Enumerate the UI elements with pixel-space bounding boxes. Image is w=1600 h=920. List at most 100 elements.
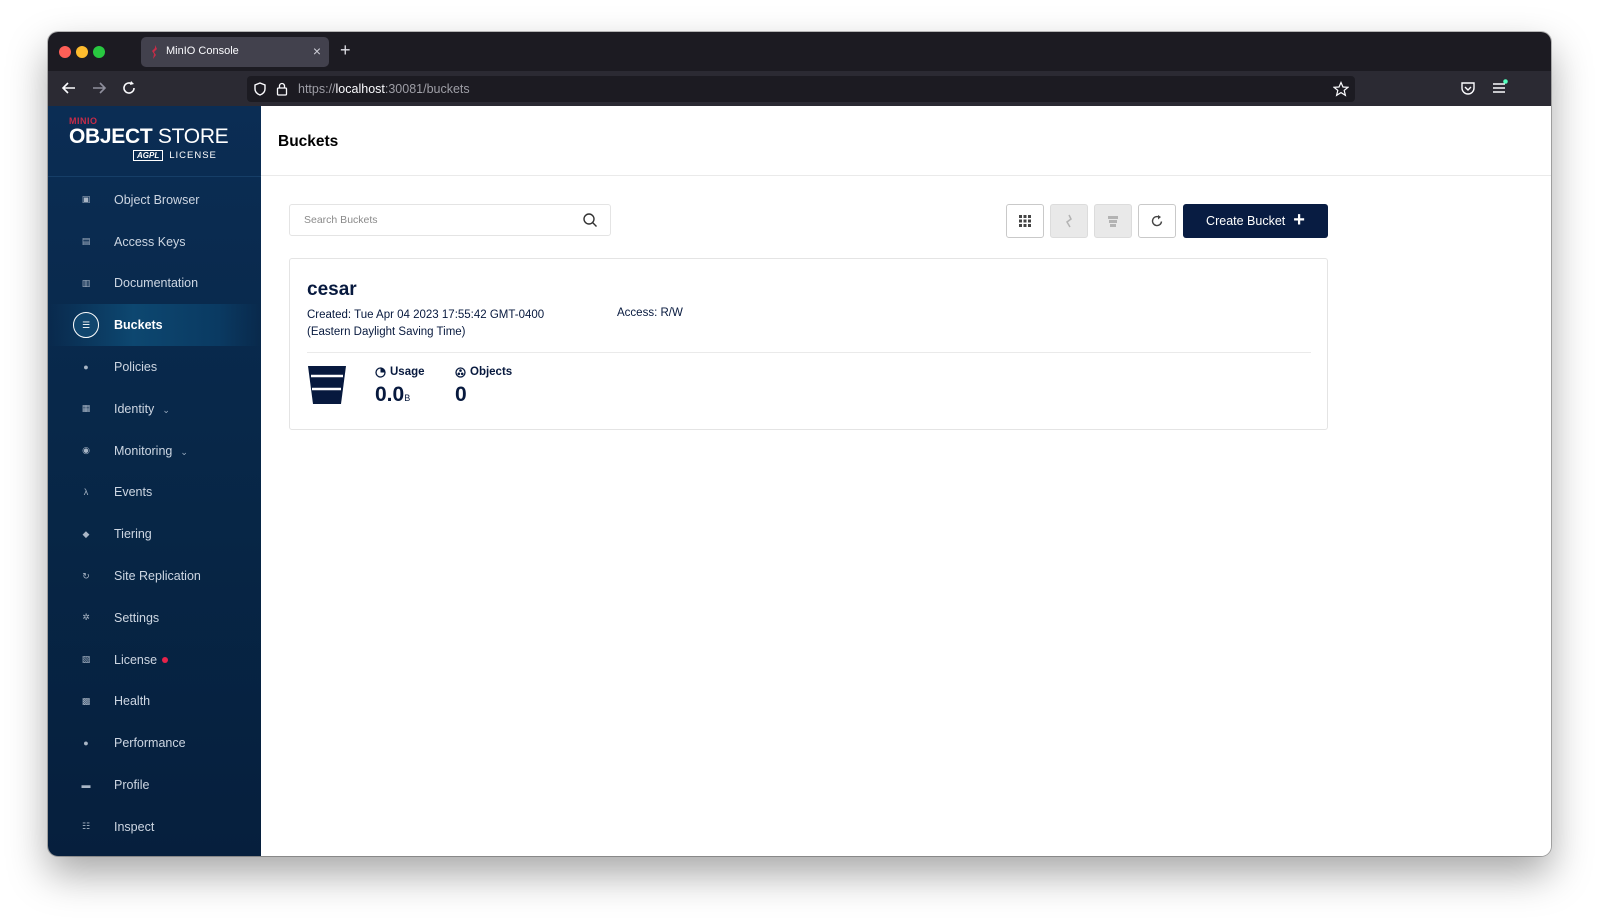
set-lifecycle-button[interactable] (1094, 204, 1132, 238)
search-input[interactable] (290, 205, 570, 235)
main-content: Buckets Search Buckets Create Bucket + c… (261, 106, 1551, 856)
bucket-name[interactable]: cesar (307, 279, 357, 301)
sidebar-item-label: License (114, 653, 169, 667)
url-text: https://localhost:30081/buckets (298, 82, 470, 96)
forward-arrow-icon[interactable] (90, 79, 108, 97)
url-host: localhost (335, 82, 385, 96)
sidebar-item-label: Access Keys (114, 235, 186, 249)
sidebar-item-events[interactable]: λ Events (48, 472, 261, 514)
sidebar-item-text: Access Keys (114, 234, 186, 249)
sidebar-menu: ▣ Object Browser ▤ Access Keys ▥ Documentatio… (48, 179, 261, 848)
refresh-button[interactable] (1138, 204, 1176, 238)
usage-label-text: Usage (390, 366, 425, 378)
created-timezone: (Eastern Daylight Saving Time) (307, 326, 466, 338)
sidebar-item-text: Buckets (114, 318, 163, 333)
address-bar[interactable]: https://localhost:30081/buckets (247, 76, 1355, 102)
agpl-badge: AGPL (133, 150, 164, 161)
minio-logo[interactable]: MINIO OBJECT STORE AGPL LICENSE (69, 116, 229, 161)
sidebar-item-label: Monitoring ⌄ (114, 444, 188, 458)
sidebar-item-monitoring[interactable]: ◉ Monitoring ⌄ (48, 430, 261, 472)
sidebar-item-label: Object Browser (114, 193, 199, 207)
sidebar-item-text: Settings (114, 610, 160, 625)
tiering-icon: ◆ (82, 528, 90, 539)
created-date: Created: Tue Apr 04 2023 17:55:42 GMT-04… (307, 309, 545, 321)
reload-icon[interactable] (120, 79, 138, 97)
sidebar-item-access-keys[interactable]: ▤ Access Keys (48, 221, 261, 263)
page-header: Buckets (261, 106, 1551, 176)
url-path: :30081/buckets (384, 82, 470, 96)
license-alert-dot (162, 657, 169, 664)
set-replication-button[interactable] (1050, 204, 1088, 238)
sidebar-item-settings[interactable]: ✲ Settings (48, 597, 261, 639)
sidebar-item-tiering[interactable]: ◆ Tiering (48, 513, 261, 555)
sidebar-item-label: Documentation (114, 276, 198, 290)
sidebar-item-text: Performance (114, 736, 186, 751)
sidebar-item-text: Object Browser (114, 192, 200, 207)
sidebar-item-buckets[interactable]: ☰ Buckets (48, 304, 261, 347)
usage-unit: B (404, 393, 411, 403)
usage-metric: Usage 0.0B (375, 366, 425, 407)
shield-icon[interactable] (252, 81, 268, 97)
sidebar-item-label: Site Replication (114, 569, 201, 583)
create-bucket-button[interactable]: Create Bucket + (1183, 204, 1328, 238)
search-box (289, 204, 611, 236)
objects-metric: Objects 0 (455, 366, 512, 407)
sidebar-item-text: Inspect (114, 819, 155, 834)
app-menu-icon[interactable] (1490, 79, 1508, 97)
close-window-button[interactable] (59, 46, 71, 58)
pie-chart-icon (375, 366, 386, 378)
sidebar-item-documentation[interactable]: ▥ Documentation (48, 263, 261, 305)
sidebar-item-label: Buckets (114, 318, 163, 332)
sidebar-item-label: Identity ⌄ (114, 402, 170, 416)
select-multiple-button[interactable] (1006, 204, 1044, 238)
sidebar-item-license[interactable]: ▧ License (48, 639, 261, 681)
site-replication-icon: ↻ (82, 570, 90, 581)
sidebar-item-label: Events (114, 485, 152, 499)
sidebar-item-site-replication[interactable]: ↻ Site Replication (48, 555, 261, 597)
bucket-card[interactable]: cesar Created: Tue Apr 04 2023 17:55:42 … (289, 258, 1328, 430)
sidebar-item-object-browser[interactable]: ▣ Object Browser (48, 179, 261, 221)
sidebar-item-health[interactable]: ▩ Health (48, 681, 261, 723)
bucket-icon (308, 366, 346, 404)
maximize-window-button[interactable] (93, 46, 105, 58)
sidebar-item-performance[interactable]: ● Performance (48, 722, 261, 764)
sidebar-item-text: Documentation (114, 276, 199, 291)
sidebar-item-label: Tiering (114, 527, 152, 541)
sidebar-item-policies[interactable]: ● Policies (48, 346, 261, 388)
lock-icon[interactable] (274, 81, 290, 97)
sidebar-item-text: Site Replication (114, 569, 201, 584)
page-title: Buckets (278, 133, 339, 150)
minio-favicon-icon (152, 45, 157, 59)
profile-icon: ▬ (81, 780, 91, 791)
pocket-icon[interactable] (1459, 79, 1477, 97)
policies-icon: ● (83, 362, 89, 373)
sidebar-item-label: Settings (114, 611, 159, 625)
objects-label-text: Objects (470, 366, 513, 378)
minimize-window-button[interactable] (76, 46, 88, 58)
object-browser-icon: ▣ (81, 194, 91, 205)
lifecycle-icon (1108, 216, 1118, 227)
sidebar-item-text: Profile (114, 778, 150, 793)
sidebar-item-profile[interactable]: ▬ Profile (48, 764, 261, 806)
sidebar-item-identity[interactable]: ▦ Identity ⌄ (48, 388, 261, 430)
chevron-down-icon[interactable]: ⌄ (180, 447, 188, 457)
sidebar-item-inspect[interactable]: ☷ Inspect (48, 806, 261, 848)
logo-license-text: LICENSE (169, 150, 217, 161)
chevron-down-icon[interactable]: ⌄ (162, 405, 170, 415)
refresh-icon (1151, 215, 1163, 227)
browser-tab-bar: MinIO Console × + (48, 32, 1551, 71)
access-keys-icon: ▤ (81, 236, 91, 247)
new-tab-button[interactable]: + (340, 40, 351, 61)
back-arrow-icon[interactable] (60, 79, 78, 97)
bookmark-star-icon[interactable] (1333, 81, 1349, 97)
sidebar-item-text: Policies (114, 360, 158, 375)
objects-icon (455, 366, 466, 378)
browser-tab[interactable]: MinIO Console × (141, 37, 329, 67)
sidebar-item-label: Profile (114, 778, 149, 792)
sidebar-item-label: Performance (114, 736, 186, 750)
bucket-access: Access: R/W (617, 307, 683, 319)
logo-light: STORE (152, 125, 229, 148)
search-icon[interactable] (582, 212, 598, 228)
sidebar-item-label: Health (114, 694, 150, 708)
tab-close-icon[interactable]: × (313, 43, 321, 59)
